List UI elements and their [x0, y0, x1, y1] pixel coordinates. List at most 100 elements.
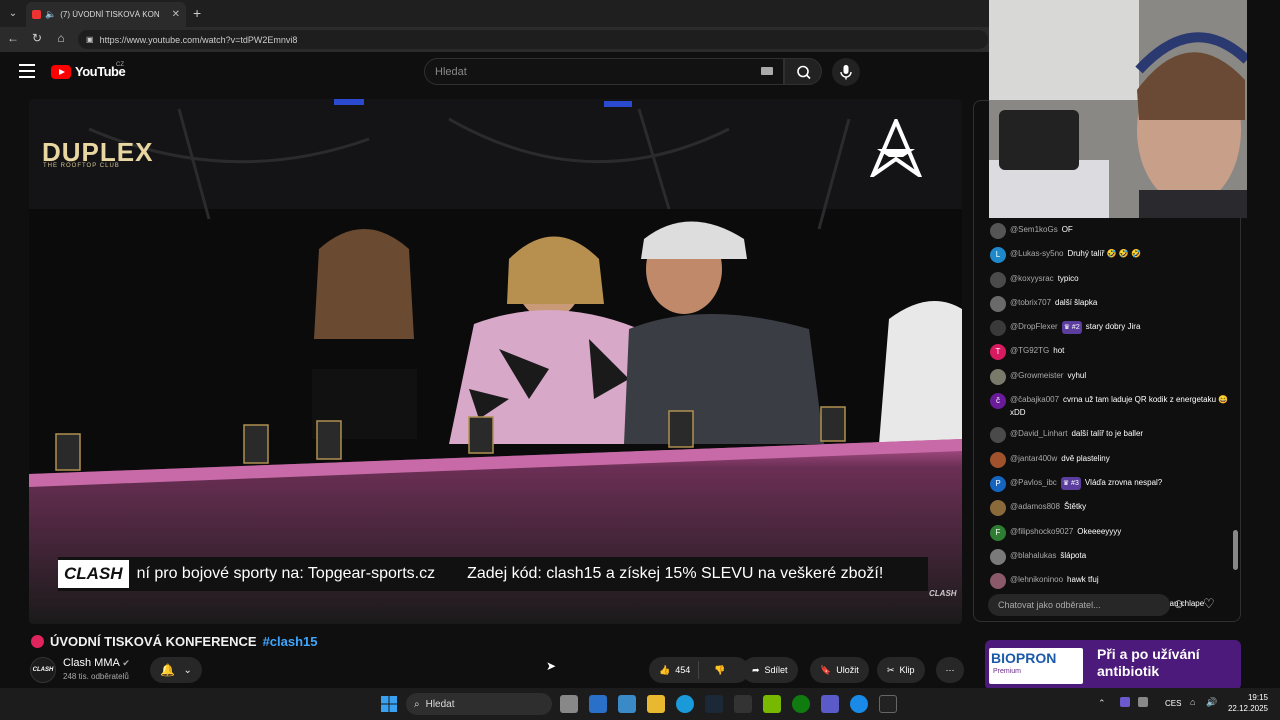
chat-message: @adamos808 Štětky	[989, 500, 1234, 517]
emoji-icon[interactable]: ☺	[1172, 596, 1185, 611]
reload-icon[interactable]: ↻	[29, 31, 45, 45]
chat-message: @tobrix707 další šlapka	[989, 295, 1234, 312]
chat-author[interactable]: @Lukas-sy5no	[1010, 249, 1063, 258]
volume-icon[interactable]: 🔊	[1206, 697, 1217, 708]
site-info-icon[interactable]: ▣	[86, 35, 94, 44]
chat-author[interactable]: @čabajka007	[1010, 395, 1059, 404]
chat-avatar[interactable]: T	[990, 344, 1006, 361]
network-icon[interactable]: ⌂	[1190, 697, 1195, 707]
chat-author[interactable]: @filipshocko9027	[1010, 527, 1073, 536]
tab-list-icon[interactable]: ⌄	[4, 5, 22, 23]
clock-time: 19:15	[1247, 693, 1268, 702]
chat-author[interactable]: @koxyysrac	[1010, 274, 1054, 283]
video-player[interactable]: DUPLEX THE ROOFTOP CLUB CLASH ní pro boj…	[29, 99, 962, 624]
member-badge: ♛ #2	[1061, 321, 1082, 335]
keyboard-icon[interactable]	[761, 67, 773, 75]
chat-author[interactable]: @Sem1koGs	[1010, 225, 1058, 234]
epic-games-icon[interactable]	[879, 695, 897, 713]
windows-start-icon[interactable]	[381, 696, 397, 712]
file-explorer-icon[interactable]	[647, 695, 665, 713]
crown-icon: ♛	[1063, 324, 1072, 332]
url-field[interactable]: ▣ https://www.youtube.com/watch?v=tdPW2E…	[78, 30, 988, 49]
tray-app-icon[interactable]	[1138, 697, 1148, 707]
chat-author[interactable]: @Growmeister	[1010, 371, 1063, 380]
speaker-icon[interactable]: 🔈	[45, 9, 56, 20]
chat-avatar[interactable]	[990, 573, 1006, 590]
close-tab-icon[interactable]: ✕	[172, 9, 180, 20]
chat-avatar[interactable]	[990, 500, 1006, 517]
xbox-icon[interactable]	[792, 695, 810, 713]
edge-browser-icon[interactable]	[676, 695, 694, 713]
chat-text: šlápota	[1060, 550, 1087, 560]
search-button[interactable]	[784, 58, 822, 85]
chat-avatar[interactable]	[990, 368, 1006, 385]
share-button[interactable]: ➦ Sdílet	[742, 657, 798, 683]
chat-avatar[interactable]: L	[990, 247, 1006, 264]
hashtag-link[interactable]: #clash15	[263, 634, 318, 649]
chat-avatar[interactable]	[990, 451, 1006, 468]
dislike-button[interactable]: 👎	[704, 665, 735, 676]
taskbar-search[interactable]: ⌕ Hledat	[406, 693, 552, 715]
chat-text: Okeeeeyyyy	[1077, 526, 1122, 536]
chat-message-body: @Pavlos_ibc ♛ #3 Vláďa zrovna nespal?	[1010, 476, 1162, 490]
chat-author[interactable]: @adamos808	[1010, 502, 1060, 511]
home-icon[interactable]: ⌂	[53, 31, 69, 45]
language-indicator[interactable]: CES	[1165, 699, 1181, 708]
chat-author[interactable]: @lehnikoninoo	[1010, 575, 1063, 584]
taskbar	[0, 688, 1280, 720]
chat-author[interactable]: @DropFlexer	[1010, 322, 1058, 331]
chat-message: P @Pavlos_ibc ♛ #3 Vláďa zrovna nespal?	[989, 475, 1234, 492]
chat-message: T @TG92TG hot	[989, 344, 1234, 361]
system-clock[interactable]: 19:15 22.12.2025	[1222, 692, 1268, 714]
back-icon[interactable]: ←	[5, 31, 21, 45]
chat-avatar[interactable]	[990, 295, 1006, 312]
photos-icon[interactable]	[618, 695, 636, 713]
chat-message-body: @TG92TG hot	[1010, 344, 1064, 357]
steam-icon[interactable]	[705, 695, 723, 713]
chat-avatar[interactable]	[990, 548, 1006, 565]
chat-author[interactable]: @TG92TG	[1010, 346, 1049, 355]
discord-icon[interactable]	[821, 695, 839, 713]
chat-author[interactable]: @jantar400w	[1010, 454, 1057, 463]
clip-button[interactable]: ✂ Klip	[877, 657, 925, 683]
browser-tab[interactable]: 🔈 (7) ÚVODNÍ TISKOVÁ KONF ✕	[26, 2, 186, 27]
chat-avatar[interactable]	[990, 427, 1006, 444]
nvidia-icon[interactable]	[763, 695, 781, 713]
logitech-icon[interactable]	[734, 695, 752, 713]
chat-message-body: @adamos808 Štětky	[1010, 500, 1086, 513]
voice-search-button[interactable]	[832, 58, 860, 86]
app-icon[interactable]	[850, 695, 868, 713]
notification-button[interactable]: 🔔 ⌄	[150, 657, 202, 683]
new-tab-icon[interactable]: +	[193, 5, 201, 21]
mouse-cursor-icon: ➤	[546, 659, 557, 673]
like-button[interactable]: 👍 454	[649, 661, 700, 679]
chat-avatar[interactable]	[990, 223, 1006, 239]
chat-avatar[interactable]: F	[990, 524, 1006, 541]
chat-author[interactable]: @Pavlos_ibc	[1010, 478, 1057, 487]
search-input[interactable]: Hledat	[424, 58, 784, 85]
heart-icon[interactable]: ♡	[1203, 596, 1215, 612]
chat-author[interactable]: @tobrix707	[1010, 298, 1051, 307]
chat-avatar[interactable]: P	[990, 475, 1006, 492]
save-label: Uložit	[836, 665, 859, 675]
more-actions-button[interactable]: ⋯	[936, 657, 964, 683]
chat-input[interactable]: Chatovat jako odběratel...	[988, 594, 1170, 616]
chat-author[interactable]: @David_Linhart	[1010, 429, 1067, 438]
chat-avatar[interactable]: č	[990, 393, 1006, 410]
chat-avatar[interactable]	[990, 320, 1006, 337]
tray-chevron-icon[interactable]: ⌃	[1098, 698, 1106, 709]
chat-scrollbar[interactable]	[1233, 530, 1238, 570]
channel-name[interactable]: Clash MMA ✔	[63, 657, 130, 669]
channel-avatar[interactable]: CLASH	[30, 657, 56, 683]
youtube-logo[interactable]: YouTube	[51, 64, 126, 79]
save-button[interactable]: 🔖 Uložit	[810, 657, 869, 683]
task-view-icon[interactable]	[560, 695, 578, 713]
menu-icon[interactable]	[19, 64, 35, 78]
chat-avatar[interactable]	[990, 271, 1006, 288]
store-icon[interactable]	[589, 695, 607, 713]
microphone-icon	[840, 65, 852, 80]
tray-app-icon[interactable]	[1120, 697, 1130, 707]
search-icon	[797, 65, 811, 80]
chat-author[interactable]: @blahalukas	[1010, 551, 1056, 560]
ad-banner[interactable]: BIOPRON Premium Při a po užívání antibio…	[985, 640, 1241, 690]
